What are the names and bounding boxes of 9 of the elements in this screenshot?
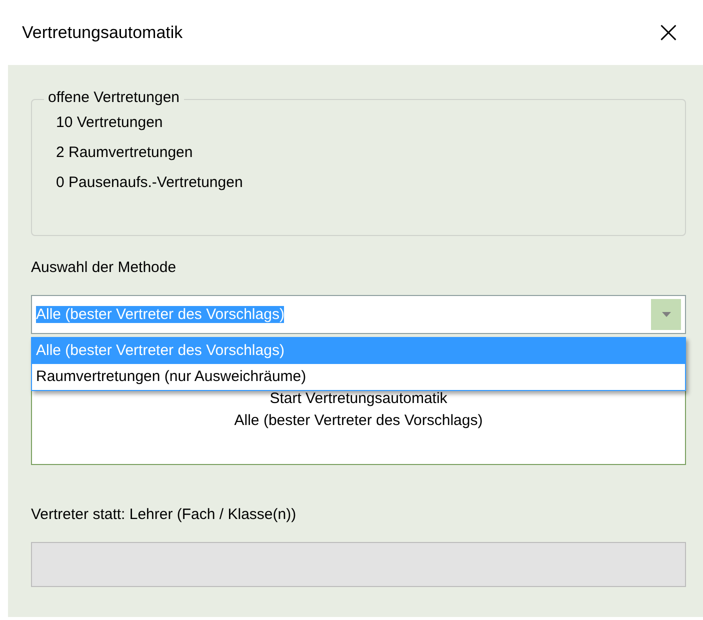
- method-label: Auswahl der Methode: [31, 259, 178, 276]
- status-label: Vertreter statt: Lehrer (Fach / Klasse(n)): [31, 506, 298, 523]
- count-text: 0 Pausenaufs.-Vertretungen: [56, 174, 244, 191]
- dropdown-option[interactable]: Raumvertretungen (nur Ausweichräume): [32, 364, 685, 390]
- close-button[interactable]: ×: [652, 15, 685, 50]
- count-text: 2 Raumvertretungen: [56, 144, 194, 161]
- count-text: 10 Vertretungen: [56, 114, 164, 131]
- group-legend: offene Vertretungen: [44, 89, 184, 106]
- window-title: Vertretungsautomatik: [22, 22, 183, 42]
